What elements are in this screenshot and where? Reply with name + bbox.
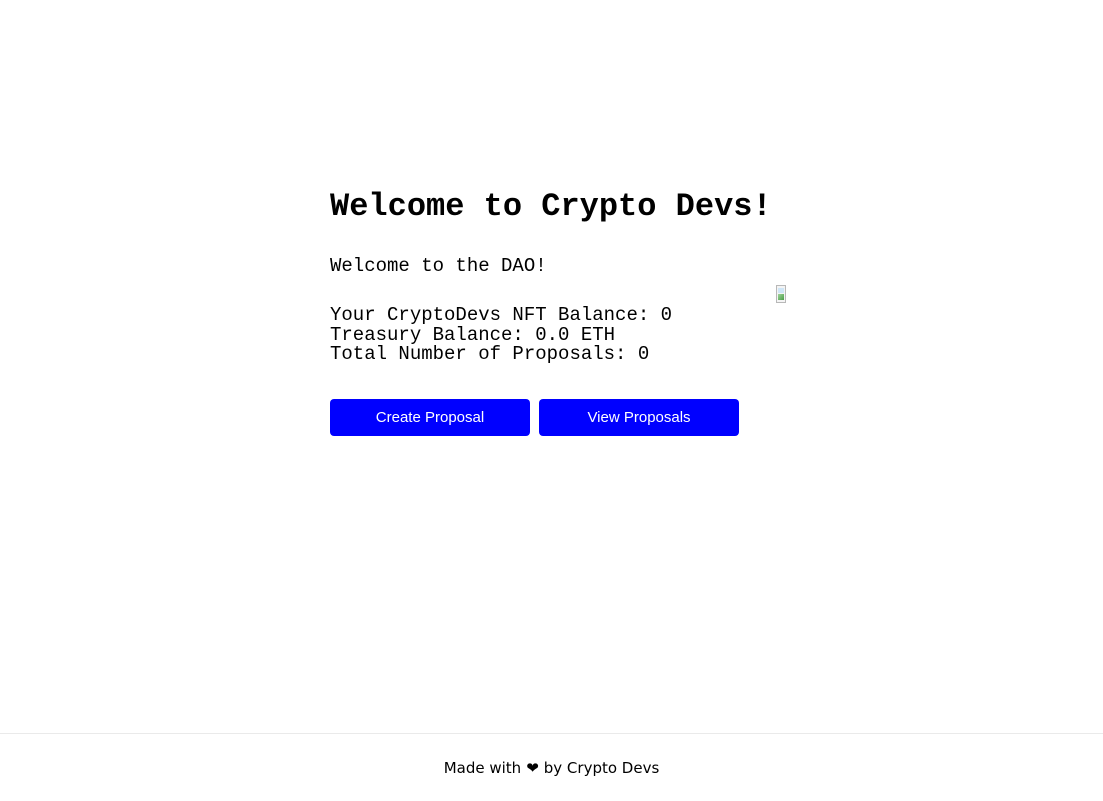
page-title: Welcome to Crypto Devs!: [330, 188, 772, 225]
action-buttons: Create Proposal View Proposals: [330, 399, 748, 436]
broken-image-icon: [776, 285, 786, 303]
image-sky: [778, 288, 784, 293]
create-proposal-button[interactable]: Create Proposal: [330, 399, 530, 436]
total-proposals-text: Total Number of Proposals: 0: [330, 343, 650, 365]
footer: Made with ❤ by Crypto Devs: [0, 733, 1103, 801]
welcome-description: Welcome to the DAO!: [330, 255, 547, 277]
nft-balance-text: Your CryptoDevs NFT Balance: 0: [330, 304, 673, 326]
heart-icon: ❤: [526, 758, 539, 777]
footer-prefix: Made with: [443, 758, 522, 777]
footer-suffix: by Crypto Devs: [543, 758, 660, 777]
stats-block: Your CryptoDevs NFT Balance: 0 Treasury …: [330, 304, 790, 365]
view-proposals-button[interactable]: View Proposals: [539, 399, 739, 436]
main-content: Welcome to Crypto Devs! Welcome to the D…: [330, 187, 790, 436]
image-landscape: [778, 294, 784, 300]
